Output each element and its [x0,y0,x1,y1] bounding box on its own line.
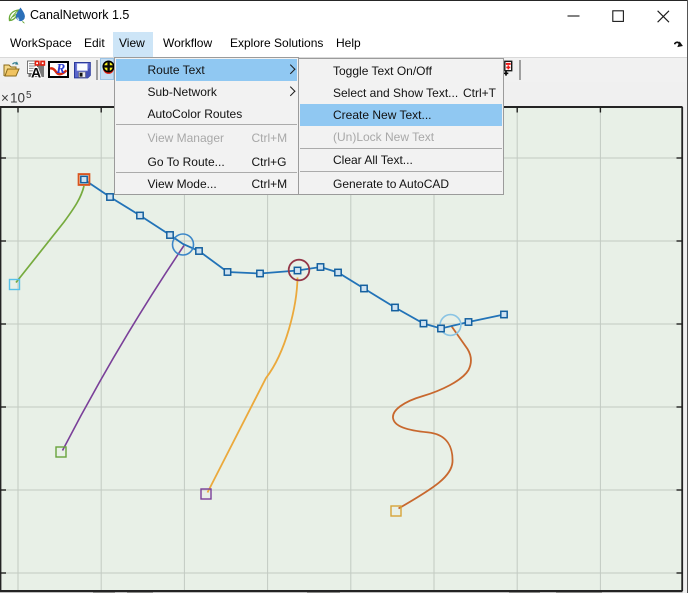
svg-text:A: A [31,65,41,81]
svg-text:R: R [55,61,65,76]
